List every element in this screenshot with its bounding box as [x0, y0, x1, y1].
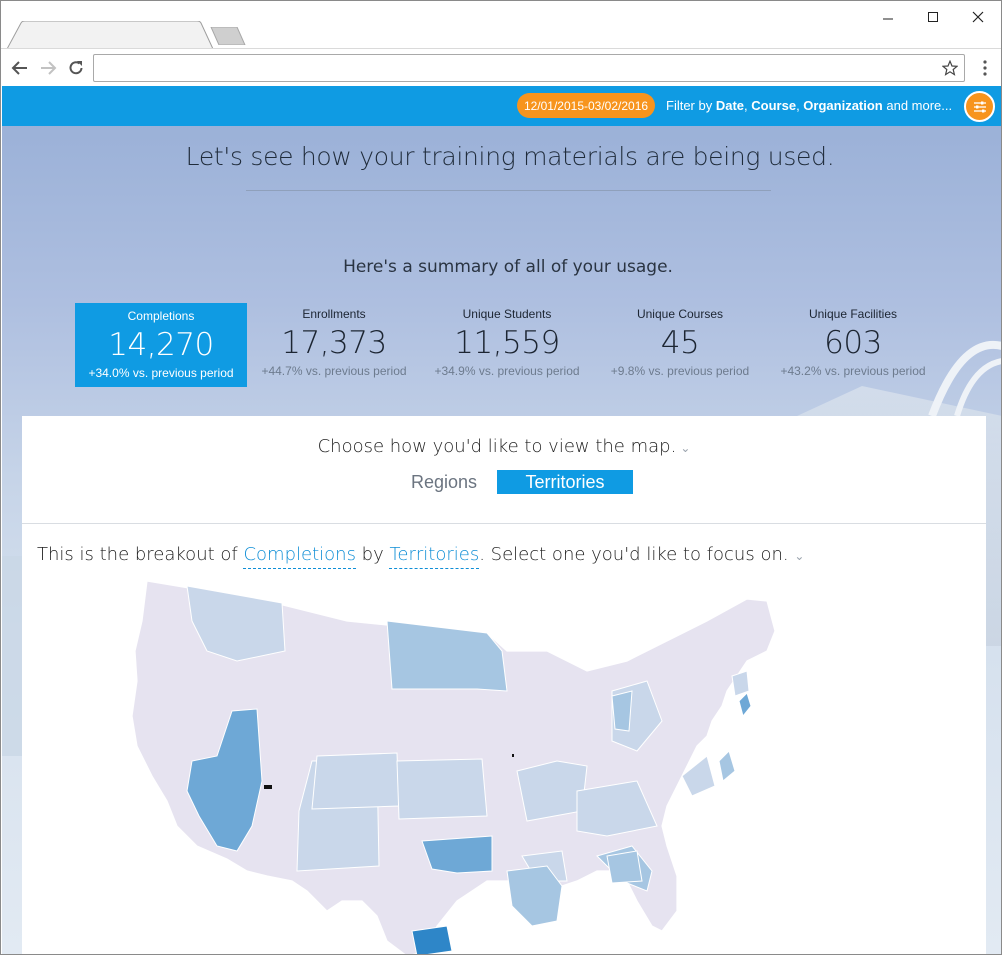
stat-value: 11,559 — [454, 325, 560, 361]
stat-label: Unique Facilities — [808, 307, 898, 321]
stat-delta: +34.9% vs. previous period — [434, 364, 580, 378]
chevron-down-icon[interactable]: ⌄ — [794, 549, 804, 563]
tab-territories[interactable]: Territories — [497, 470, 633, 494]
breakout-by: by — [355, 544, 390, 565]
stat-delta: +9.8% vs. previous period — [610, 364, 750, 378]
date-range-pill[interactable]: 12/01/2015-03/02/2016 — [517, 93, 655, 118]
page-content: 12/01/2015-03/02/2016 Filter by Date, Co… — [2, 86, 1001, 955]
stat-delta: +43.2% vs. previous period — [780, 364, 926, 378]
map-card: Choose how you'd like to view the map. ⌄ … — [22, 416, 986, 955]
arrow-right-icon — [41, 61, 57, 75]
stat-unique-students[interactable]: Unique Students 11,559 +34.9% vs. previo… — [421, 301, 593, 385]
breakout-prefix: This is the breakout of — [37, 544, 244, 565]
new-tab-button[interactable] — [209, 27, 247, 45]
browser-toolbar — [1, 48, 1001, 86]
title-divider — [246, 190, 771, 191]
stat-label: Enrollments — [302, 307, 366, 321]
forward-button[interactable] — [37, 57, 59, 79]
filter-summary[interactable]: Filter by Date, Course, Organization and… — [666, 98, 952, 113]
stat-label: Unique Students — [462, 307, 552, 321]
stat-unique-facilities[interactable]: Unique Facilities 603 +43.2% vs. previou… — [767, 301, 939, 385]
filter-prefix: Filter by — [666, 98, 716, 113]
stat-value: 17,373 — [281, 325, 387, 361]
filter-date-link[interactable]: Date — [716, 98, 744, 113]
maximize-icon — [928, 12, 938, 22]
stat-value: 603 — [824, 325, 882, 361]
bookmark-star-icon[interactable] — [940, 58, 960, 78]
close-button[interactable] — [967, 7, 989, 27]
arrow-left-icon — [11, 61, 27, 75]
filter-course-link[interactable]: Course — [751, 98, 796, 113]
reload-icon — [69, 61, 83, 75]
sliders-icon — [973, 101, 986, 112]
breakout-sentence: This is the breakout of Completions by T… — [37, 544, 804, 569]
filter-button[interactable] — [964, 91, 995, 122]
stat-value: 45 — [660, 325, 700, 361]
close-icon — [972, 11, 984, 23]
map-view-prompt: Choose how you'd like to view the map. — [317, 436, 677, 457]
browser-tab[interactable] — [7, 21, 213, 49]
minimize-button[interactable] — [877, 7, 899, 27]
reload-button[interactable] — [65, 57, 87, 79]
summary-title: Here's a summary of all of your usage. — [343, 257, 673, 277]
browser-menu-button[interactable] — [974, 57, 996, 79]
stat-delta: +34.0% vs. previous period — [88, 366, 234, 380]
territory-map[interactable] — [107, 581, 807, 955]
address-bar[interactable] — [93, 54, 965, 82]
maximize-button[interactable] — [922, 7, 944, 27]
territory-max[interactable] — [411, 925, 453, 955]
map-marker — [512, 754, 514, 757]
stat-completions[interactable]: Completions 14,270 +34.0% vs. previous p… — [75, 303, 247, 387]
breakout-suffix: . Select one you'd like to focus on. — [479, 544, 789, 565]
map-marker — [264, 785, 272, 789]
map-view-selector[interactable]: Choose how you'd like to view the map. ⌄ — [22, 436, 986, 457]
stat-value: 14,270 — [108, 327, 214, 363]
tab-regions[interactable]: Regions — [394, 470, 494, 494]
stat-label: Unique Courses — [636, 307, 724, 321]
metric-selector[interactable]: Completions — [243, 544, 356, 569]
browser-window: 12/01/2015-03/02/2016 Filter by Date, Co… — [0, 0, 1002, 955]
chevron-down-icon: ⌄ — [680, 441, 691, 455]
minimize-icon — [883, 18, 893, 20]
kebab-menu-icon — [983, 60, 987, 76]
filter-suffix: and more... — [882, 98, 953, 113]
stat-label: Completions — [127, 309, 195, 323]
card-divider — [22, 523, 986, 524]
back-button[interactable] — [9, 57, 31, 79]
stat-delta: +44.7% vs. previous period — [261, 364, 407, 378]
filter-organization-link[interactable]: Organization — [803, 98, 882, 113]
stat-enrollments[interactable]: Enrollments 17,373 +44.7% vs. previous p… — [248, 301, 420, 385]
stat-unique-courses[interactable]: Unique Courses 45 +9.8% vs. previous per… — [594, 301, 766, 385]
dimension-selector[interactable]: Territories — [389, 544, 480, 569]
filter-bar: 12/01/2015-03/02/2016 Filter by Date, Co… — [2, 86, 1001, 126]
page-title: Let's see how your training materials ar… — [185, 142, 835, 171]
title-bar — [1, 1, 1001, 49]
